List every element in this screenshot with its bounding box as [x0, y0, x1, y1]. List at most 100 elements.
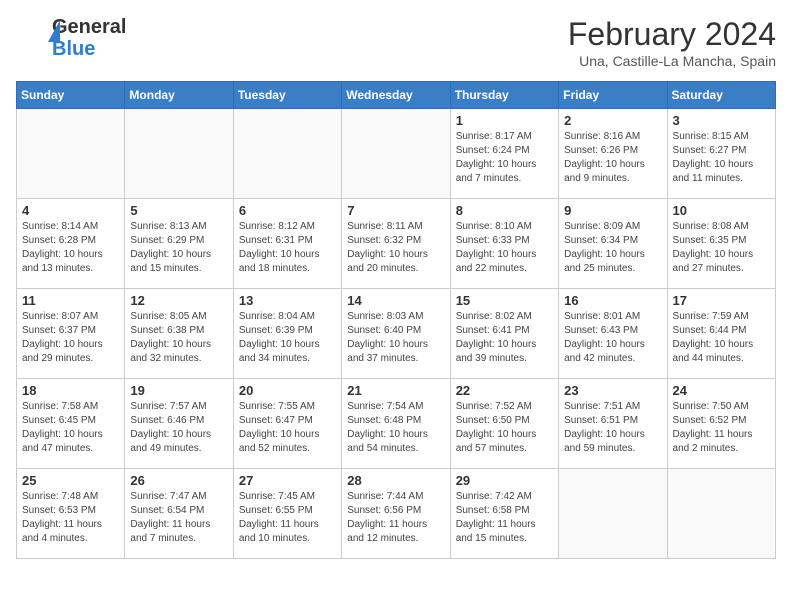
calendar-week-row: 18 Sunrise: 7:58 AM Sunset: 6:45 PM Dayli… — [17, 379, 776, 469]
calendar-header: SundayMondayTuesdayWednesdayThursdayFrid… — [17, 82, 776, 109]
calendar-cell: 6 Sunrise: 8:12 AM Sunset: 6:31 PM Daylig… — [233, 199, 341, 289]
day-info: Sunrise: 8:05 AM Sunset: 6:38 PM Dayligh… — [130, 310, 227, 366]
calendar-cell — [125, 109, 233, 199]
day-info: Sunrise: 7:59 AM Sunset: 6:44 PM Dayligh… — [673, 310, 770, 366]
day-number: 24 — [673, 383, 770, 398]
day-number: 28 — [347, 473, 444, 488]
month-year: February 2024 — [568, 16, 776, 53]
title-block: February 2024 Una, Castille-La Mancha, S… — [568, 16, 776, 69]
day-of-week-header: Saturday — [667, 82, 775, 109]
day-number: 16 — [564, 293, 661, 308]
calendar-cell: 19 Sunrise: 7:57 AM Sunset: 6:46 PM Dayli… — [125, 379, 233, 469]
calendar-cell: 7 Sunrise: 8:11 AM Sunset: 6:32 PM Daylig… — [342, 199, 450, 289]
day-number: 10 — [673, 203, 770, 218]
calendar-cell: 22 Sunrise: 7:52 AM Sunset: 6:50 PM Dayli… — [450, 379, 558, 469]
calendar-cell: 28 Sunrise: 7:44 AM Sunset: 6:56 PM Dayli… — [342, 469, 450, 559]
day-info: Sunrise: 7:58 AM Sunset: 6:45 PM Dayligh… — [22, 400, 119, 456]
day-number: 23 — [564, 383, 661, 398]
day-of-week-header: Friday — [559, 82, 667, 109]
day-number: 19 — [130, 383, 227, 398]
day-info: Sunrise: 8:03 AM Sunset: 6:40 PM Dayligh… — [347, 310, 444, 366]
day-info: Sunrise: 8:02 AM Sunset: 6:41 PM Dayligh… — [456, 310, 553, 366]
day-number: 18 — [22, 383, 119, 398]
day-number: 17 — [673, 293, 770, 308]
day-number: 5 — [130, 203, 227, 218]
logo-general-text: General — [52, 16, 126, 38]
day-of-week-header: Thursday — [450, 82, 558, 109]
calendar-cell: 12Sunrise: 8:05 AM Sunset: 6:38 PM Dayli… — [125, 289, 233, 379]
calendar-cell: 10 Sunrise: 8:08 AM Sunset: 6:35 PM Dayli… — [667, 199, 775, 289]
location: Una, Castille-La Mancha, Spain — [568, 53, 776, 69]
calendar-cell: 13 Sunrise: 8:04 AM Sunset: 6:39 PM Dayli… — [233, 289, 341, 379]
day-number: 22 — [456, 383, 553, 398]
calendar-cell: 5 Sunrise: 8:13 AM Sunset: 6:29 PM Daylig… — [125, 199, 233, 289]
day-info: Sunrise: 7:51 AM Sunset: 6:51 PM Dayligh… — [564, 400, 661, 456]
day-number: 7 — [347, 203, 444, 218]
calendar-cell: 15 Sunrise: 8:02 AM Sunset: 6:41 PM Dayli… — [450, 289, 558, 379]
day-info: Sunrise: 8:13 AM Sunset: 6:29 PM Dayligh… — [130, 220, 227, 276]
calendar-cell: 14 Sunrise: 8:03 AM Sunset: 6:40 PM Dayli… — [342, 289, 450, 379]
day-number: 25 — [22, 473, 119, 488]
day-number: 14 — [347, 293, 444, 308]
day-number: 8 — [456, 203, 553, 218]
page-header: General Blue February 2024 Una, Castille… — [16, 16, 776, 69]
day-info: Sunrise: 7:48 AM Sunset: 6:53 PM Dayligh… — [22, 490, 119, 546]
day-info: Sunrise: 8:17 AM Sunset: 6:24 PM Dayligh… — [456, 130, 553, 186]
calendar-week-row: 4 Sunrise: 8:14 AM Sunset: 6:28 PM Daylig… — [17, 199, 776, 289]
day-of-week-header: Tuesday — [233, 82, 341, 109]
calendar-cell: 11 Sunrise: 8:07 AM Sunset: 6:37 PM Dayli… — [17, 289, 125, 379]
calendar-cell: 27Sunrise: 7:45 AM Sunset: 6:55 PM Dayli… — [233, 469, 341, 559]
day-number: 15 — [456, 293, 553, 308]
day-info: Sunrise: 7:50 AM Sunset: 6:52 PM Dayligh… — [673, 400, 770, 456]
day-number: 13 — [239, 293, 336, 308]
day-info: Sunrise: 7:57 AM Sunset: 6:46 PM Dayligh… — [130, 400, 227, 456]
logo-blue-text: Blue — [52, 38, 126, 60]
day-number: 9 — [564, 203, 661, 218]
day-number: 21 — [347, 383, 444, 398]
calendar-cell: 24 Sunrise: 7:50 AM Sunset: 6:52 PM Dayli… — [667, 379, 775, 469]
day-of-week-header: Monday — [125, 82, 233, 109]
day-number: 4 — [22, 203, 119, 218]
day-info: Sunrise: 8:12 AM Sunset: 6:31 PM Dayligh… — [239, 220, 336, 276]
day-info: Sunrise: 7:42 AM Sunset: 6:58 PM Dayligh… — [456, 490, 553, 546]
calendar-cell: 29 Sunrise: 7:42 AM Sunset: 6:58 PM Dayli… — [450, 469, 558, 559]
calendar-cell: 20Sunrise: 7:55 AM Sunset: 6:47 PM Dayli… — [233, 379, 341, 469]
day-info: Sunrise: 8:04 AM Sunset: 6:39 PM Dayligh… — [239, 310, 336, 366]
day-info: Sunrise: 7:52 AM Sunset: 6:50 PM Dayligh… — [456, 400, 553, 456]
calendar-cell: 16Sunrise: 8:01 AM Sunset: 6:43 PM Dayli… — [559, 289, 667, 379]
day-number: 20 — [239, 383, 336, 398]
calendar-cell: 26Sunrise: 7:47 AM Sunset: 6:54 PM Dayli… — [125, 469, 233, 559]
day-info: Sunrise: 7:54 AM Sunset: 6:48 PM Dayligh… — [347, 400, 444, 456]
day-number: 1 — [456, 113, 553, 128]
day-number: 26 — [130, 473, 227, 488]
calendar-cell: 3Sunrise: 8:15 AM Sunset: 6:27 PM Daylig… — [667, 109, 775, 199]
day-info: Sunrise: 7:44 AM Sunset: 6:56 PM Dayligh… — [347, 490, 444, 546]
calendar-cell — [233, 109, 341, 199]
day-info: Sunrise: 8:16 AM Sunset: 6:26 PM Dayligh… — [564, 130, 661, 186]
day-info: Sunrise: 8:09 AM Sunset: 6:34 PM Dayligh… — [564, 220, 661, 276]
calendar-cell: 8 Sunrise: 8:10 AM Sunset: 6:33 PM Daylig… — [450, 199, 558, 289]
day-number: 29 — [456, 473, 553, 488]
calendar-cell — [342, 109, 450, 199]
calendar-week-row: 25 Sunrise: 7:48 AM Sunset: 6:53 PM Dayli… — [17, 469, 776, 559]
calendar-cell: 17 Sunrise: 7:59 AM Sunset: 6:44 PM Dayli… — [667, 289, 775, 379]
calendar-cell: 23 Sunrise: 7:51 AM Sunset: 6:51 PM Dayli… — [559, 379, 667, 469]
day-number: 11 — [22, 293, 119, 308]
day-info: Sunrise: 8:10 AM Sunset: 6:33 PM Dayligh… — [456, 220, 553, 276]
day-info: Sunrise: 8:14 AM Sunset: 6:28 PM Dayligh… — [22, 220, 119, 276]
day-info: Sunrise: 8:08 AM Sunset: 6:35 PM Dayligh… — [673, 220, 770, 276]
calendar-cell: 25 Sunrise: 7:48 AM Sunset: 6:53 PM Dayli… — [17, 469, 125, 559]
day-info: Sunrise: 8:07 AM Sunset: 6:37 PM Dayligh… — [22, 310, 119, 366]
day-number: 6 — [239, 203, 336, 218]
calendar-cell — [17, 109, 125, 199]
day-number: 27 — [239, 473, 336, 488]
day-info: Sunrise: 8:11 AM Sunset: 6:32 PM Dayligh… — [347, 220, 444, 276]
day-of-week-header: Wednesday — [342, 82, 450, 109]
calendar-cell — [667, 469, 775, 559]
calendar-cell: 1 Sunrise: 8:17 AM Sunset: 6:24 PM Daylig… — [450, 109, 558, 199]
logo: General Blue — [16, 16, 126, 60]
calendar-cell: 9 Sunrise: 8:09 AM Sunset: 6:34 PM Daylig… — [559, 199, 667, 289]
calendar-body: 1 Sunrise: 8:17 AM Sunset: 6:24 PM Daylig… — [17, 109, 776, 559]
calendar-cell: 18 Sunrise: 7:58 AM Sunset: 6:45 PM Dayli… — [17, 379, 125, 469]
day-of-week-header: Sunday — [17, 82, 125, 109]
